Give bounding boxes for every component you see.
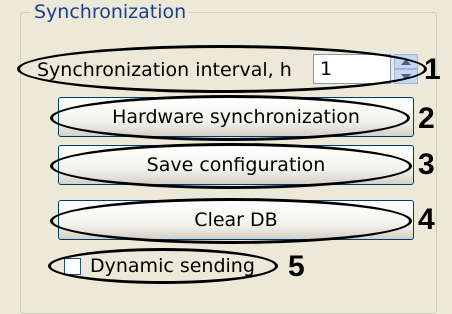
sync-interval-label: Synchronization interval, h [37,59,292,81]
sync-interval-spinner[interactable] [394,54,418,84]
hardware-synchronization-button[interactable]: Hardware synchronization [58,97,414,137]
chevron-up-icon [401,58,411,65]
callout-number-5: 5 [288,250,305,283]
clear-db-button[interactable]: Clear DB [58,200,414,240]
dynamic-sending-checkbox[interactable] [64,258,81,275]
groupbox-title: Synchronization [31,0,190,24]
callout-number-4: 4 [418,203,435,236]
save-configuration-button[interactable]: Save configuration [58,145,414,185]
dynamic-sending-label: Dynamic sending [90,255,255,277]
sync-interval-input[interactable]: 1 [313,54,391,84]
callout-number-2: 2 [418,102,435,135]
callout-number-1: 1 [424,53,441,86]
spin-up-button[interactable] [394,54,418,69]
spin-down-button[interactable] [394,69,418,84]
callout-number-3: 3 [418,148,435,181]
chevron-down-icon [401,73,411,80]
